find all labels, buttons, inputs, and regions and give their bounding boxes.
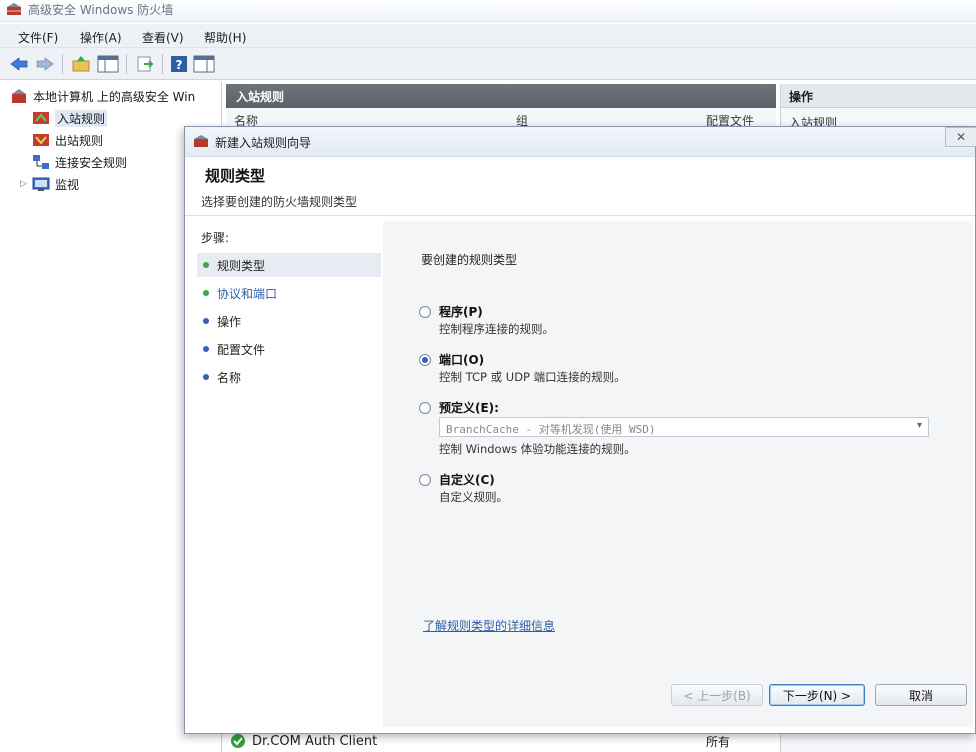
step-label: 配置文件 [217, 342, 266, 357]
option-label[interactable]: 自定义(C) [439, 471, 495, 488]
properties-icon[interactable] [192, 54, 216, 74]
wizard-content: 要创建的规则类型 程序(P) 控制程序连接的规则。 端口(O) 控制 TCP 或… [383, 221, 973, 727]
tree-item-connection-security[interactable]: 连接安全规则 [32, 152, 127, 172]
tree-item-label: 监视 [55, 177, 80, 192]
step-dot-icon [203, 290, 209, 296]
export-icon[interactable] [134, 54, 156, 74]
close-icon: ✕ [955, 130, 967, 144]
predefined-select[interactable]: BranchCache - 对等机发现(使用 WSD) ▾ [439, 417, 929, 437]
custom-radio[interactable] [419, 473, 431, 486]
predefined-select-value: BranchCache - 对等机发现(使用 WSD) [446, 423, 656, 436]
option-label[interactable]: 预定义(E): [439, 399, 499, 416]
option-port[interactable]: 端口(O) [419, 351, 484, 368]
page-title: 规则类型 [205, 167, 266, 185]
option-label[interactable]: 端口(O) [439, 351, 484, 368]
next-button[interactable]: 下一步(N) > [769, 684, 865, 706]
chevron-down-icon: ▾ [916, 420, 922, 431]
tree-item-label: 连接安全规则 [55, 155, 128, 170]
firewall-icon [194, 135, 208, 147]
toolbar-separator [126, 54, 127, 74]
center-pane-header: 入站规则 [226, 84, 776, 108]
option-program[interactable]: 程序(P) [419, 303, 483, 320]
header-divider [185, 215, 975, 216]
toolbar: ? [0, 48, 976, 80]
tree-item-inbound-rules[interactable]: 入站规则 [32, 108, 108, 128]
tree-root-label: 本地计算机 上的高级安全 Win [33, 89, 196, 104]
rule-profile: 所有 [706, 734, 731, 749]
back-arrow-icon[interactable] [8, 54, 30, 74]
step-dot-icon [203, 346, 209, 352]
step-action: 操作 [197, 309, 381, 333]
predefined-radio[interactable] [419, 401, 431, 414]
cancel-button[interactable]: 取消 [875, 684, 967, 706]
wizard-steps-panel: 步骤: 规则类型 协议和端口 操作 配置文件 名称 [193, 221, 383, 727]
actions-pane-header: 操作 [781, 84, 976, 108]
dialog-titlebar: 新建入站规则向导 ✕ [185, 127, 976, 157]
menu-bar: 文件(F) 操作(A) 查看(V) 帮助(H) [0, 24, 976, 48]
rule-name: Dr.COM Auth Client [252, 733, 378, 749]
option-description: 控制程序连接的规则。 [439, 322, 554, 336]
menu-action[interactable]: 操作(A) [80, 29, 122, 46]
step-dot-icon [203, 318, 209, 324]
firewall-icon [12, 89, 26, 103]
monitoring-icon [32, 177, 50, 191]
menu-help[interactable]: 帮助(H) [204, 29, 246, 46]
tree-item-monitoring[interactable]: ▷ 监视 [20, 174, 79, 194]
option-description: 控制 TCP 或 UDP 端口连接的规则。 [439, 370, 626, 384]
connection-security-icon [33, 155, 49, 169]
port-radio[interactable] [419, 353, 431, 366]
step-label: 操作 [217, 314, 242, 329]
actions-pane-title: 操作 [789, 90, 814, 104]
close-button[interactable]: ✕ [945, 127, 976, 147]
step-label: 协议和端口 [217, 286, 278, 301]
step-protocol-ports[interactable]: 协议和端口 [197, 281, 381, 305]
step-profile: 配置文件 [197, 337, 381, 361]
dialog-title: 新建入站规则向导 [215, 136, 312, 150]
firewall-app-icon [7, 3, 21, 15]
step-label: 规则类型 [217, 258, 266, 273]
step-rule-type[interactable]: 规则类型 [197, 253, 381, 277]
up-folder-icon[interactable] [70, 54, 92, 74]
center-pane-title: 入站规则 [236, 90, 285, 104]
step-dot-icon [203, 374, 209, 380]
show-hide-tree-icon[interactable] [96, 54, 120, 74]
option-predefined[interactable]: 预定义(E): [419, 399, 499, 416]
program-radio[interactable] [419, 305, 431, 318]
option-custom[interactable]: 自定义(C) [419, 471, 495, 488]
forward-arrow-icon[interactable] [34, 54, 56, 74]
menu-file[interactable]: 文件(F) [18, 29, 58, 46]
tree-item-label: 出站规则 [55, 133, 104, 148]
svg-text:?: ? [176, 58, 183, 72]
expand-arrow-icon[interactable]: ▷ [20, 179, 32, 189]
option-label[interactable]: 程序(P) [439, 303, 483, 320]
tree-item-outbound-rules[interactable]: 出站规则 [32, 130, 103, 150]
option-description: 控制 Windows 体验功能连接的规则。 [439, 442, 636, 456]
menu-view[interactable]: 查看(V) [142, 29, 184, 46]
rule-enabled-icon [231, 734, 245, 748]
toolbar-separator [62, 54, 63, 74]
step-name: 名称 [197, 365, 381, 389]
page-subtitle: 选择要创建的防火墙规则类型 [201, 195, 358, 209]
back-button[interactable]: < 上一步(B) [671, 684, 763, 706]
inbound-rules-icon [33, 112, 49, 124]
window-title: 高级安全 Windows 防火墙 [28, 3, 174, 17]
outbound-rules-icon [33, 134, 49, 146]
steps-title: 步骤: [201, 231, 230, 245]
new-inbound-rule-wizard: 新建入站规则向导 ✕ 规则类型 选择要创建的防火墙规则类型 步骤: 规则类型 协… [184, 126, 976, 734]
rule-type-prompt: 要创建的规则类型 [421, 253, 518, 267]
option-description: 自定义规则。 [439, 490, 508, 504]
help-icon[interactable]: ? [168, 54, 190, 74]
step-label: 名称 [217, 370, 242, 385]
step-done-dot-icon [203, 262, 209, 268]
tree-root[interactable]: 本地计算机 上的高级安全 Win [10, 86, 195, 106]
learn-more-link[interactable]: 了解规则类型的详细信息 [423, 617, 555, 634]
main-titlebar: 高级安全 Windows 防火墙 [0, 0, 976, 22]
tree-item-label: 入站规则 [55, 109, 108, 127]
toolbar-separator [162, 54, 163, 74]
